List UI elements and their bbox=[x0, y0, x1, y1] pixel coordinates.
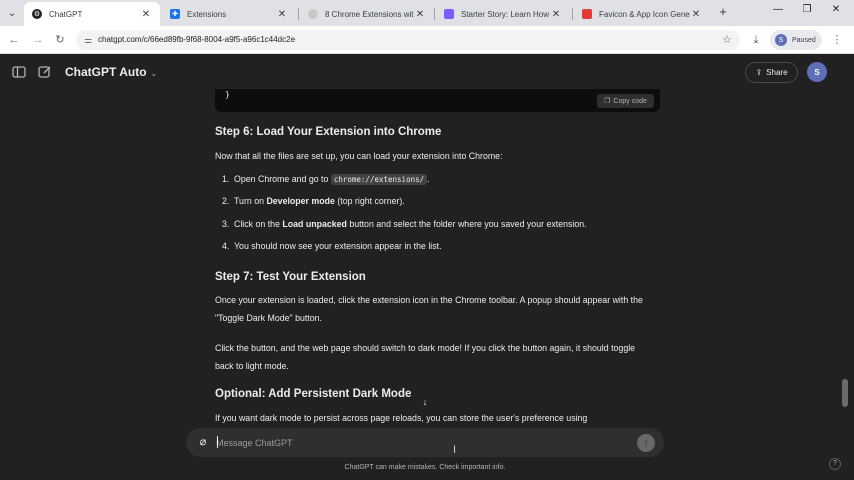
mouse-cursor-icon: I bbox=[453, 444, 457, 456]
tab-divider bbox=[572, 8, 573, 20]
tab-divider bbox=[434, 8, 435, 20]
close-tab-icon[interactable]: ✕ bbox=[276, 9, 288, 20]
browser-menu-icon[interactable]: ⋮ bbox=[829, 32, 845, 48]
text-caret bbox=[217, 436, 218, 448]
browser-tab-favicon-generator[interactable]: Favicon & App Icon Generat ✕ bbox=[574, 2, 710, 26]
message-input[interactable] bbox=[216, 435, 616, 450]
tab-search-icon[interactable]: ⌄ bbox=[4, 5, 20, 21]
favicon-icon bbox=[582, 9, 592, 19]
reload-icon[interactable]: ↻ bbox=[52, 32, 68, 48]
code-block: } ❐ Copy code bbox=[215, 89, 660, 112]
user-avatar[interactable]: S bbox=[807, 62, 827, 82]
chat-header: ChatGPT Auto ⌄ ⇪ Share S bbox=[0, 55, 854, 89]
list-item: 4. You should now see your extension appe… bbox=[222, 241, 442, 251]
profile-status: Paused bbox=[792, 36, 816, 44]
step7-paragraph-1: Once your extension is loaded, click the… bbox=[215, 295, 643, 323]
browser-tab-strip: ⌄ ⚙ ChatGPT ✕ ✚ Extensions ✕ 8 Chrome Ex… bbox=[0, 0, 854, 26]
profile-avatar: S bbox=[775, 34, 787, 46]
browser-toolbar: ← → ↻ ⚌ chatgpt.com/c/66ed89fb-9f68-8004… bbox=[0, 26, 854, 54]
restore-icon[interactable]: ❐ bbox=[798, 4, 816, 20]
close-tab-icon[interactable]: ✕ bbox=[140, 9, 152, 20]
share-icon: ⇪ bbox=[755, 68, 763, 77]
help-button[interactable]: ? bbox=[829, 458, 841, 470]
close-tab-icon[interactable]: ✕ bbox=[414, 9, 426, 20]
inline-code: chrome://extensions/ bbox=[330, 174, 428, 185]
step7-heading: Step 7: Test Your Extension bbox=[215, 271, 366, 283]
copy-icon: ❐ bbox=[604, 98, 611, 105]
site-info-icon[interactable]: ⚌ bbox=[82, 34, 94, 46]
tab-divider bbox=[298, 8, 299, 20]
scroll-down-arrow-icon[interactable]: ↓ bbox=[419, 396, 431, 408]
paperclip-icon[interactable]: ⌀ bbox=[197, 436, 209, 449]
site-icon bbox=[308, 9, 318, 19]
forward-arrow-icon[interactable]: → bbox=[30, 32, 46, 48]
chevron-down-icon: ⌄ bbox=[150, 69, 158, 78]
chatgpt-icon: ⚙ bbox=[32, 9, 42, 19]
page-scrollbar[interactable] bbox=[842, 379, 848, 407]
message-composer: ⌀ ↑ bbox=[186, 428, 664, 457]
disclaimer-text: ChatGPT can make mistakes. Check importa… bbox=[344, 464, 506, 471]
copy-code-button[interactable]: ❐ Copy code bbox=[597, 94, 654, 108]
url-text: chatgpt.com/c/66ed89fb-9f68-8004-a9f5-a9… bbox=[98, 35, 296, 44]
optional-paragraph: If you want dark mode to persist across … bbox=[215, 413, 588, 423]
close-tab-icon[interactable]: ✕ bbox=[550, 9, 562, 20]
conversation-scroll-area[interactable]: } ❐ Copy code Step 6: Load Your Extensio… bbox=[0, 89, 854, 431]
profile-paused-button[interactable]: S Paused bbox=[770, 30, 822, 50]
new-tab-button[interactable]: + bbox=[716, 5, 730, 19]
download-icon[interactable]: ⤓ bbox=[748, 32, 764, 48]
step7-paragraph-2: Click the button, and the web page shoul… bbox=[215, 343, 636, 371]
starter-story-icon bbox=[444, 9, 454, 19]
send-button[interactable]: ↑ bbox=[637, 434, 655, 452]
browser-tab-chrome-extensions-article[interactable]: 8 Chrome Extensions with In ✕ bbox=[300, 2, 434, 26]
sidebar-toggle-icon[interactable] bbox=[12, 65, 26, 79]
browser-tab-chatgpt[interactable]: ⚙ ChatGPT ✕ bbox=[24, 2, 160, 26]
model-selector[interactable]: ChatGPT Auto ⌄ bbox=[65, 65, 157, 79]
step6-intro: Now that all the files are set up, you c… bbox=[215, 151, 503, 161]
address-bar[interactable]: ⚌ chatgpt.com/c/66ed89fb-9f68-8004-a9f5-… bbox=[76, 30, 740, 50]
optional-heading: Optional: Add Persistent Dark Mode bbox=[215, 388, 412, 400]
back-arrow-icon[interactable]: ← bbox=[6, 32, 22, 48]
minimize-icon[interactable]: — bbox=[769, 4, 787, 20]
code-text: } bbox=[225, 90, 230, 99]
list-item: 3. Click on the Load unpacked button and … bbox=[222, 219, 587, 229]
browser-tab-extensions[interactable]: ✚ Extensions ✕ bbox=[162, 2, 296, 26]
list-item: 1. Open Chrome and go to chrome://extensi… bbox=[222, 174, 430, 185]
share-button[interactable]: ⇪ Share bbox=[745, 62, 798, 83]
close-window-icon[interactable]: ✕ bbox=[827, 4, 845, 20]
new-chat-icon[interactable] bbox=[38, 65, 52, 79]
close-tab-icon[interactable]: ✕ bbox=[690, 9, 702, 20]
step6-heading: Step 6: Load Your Extension into Chrome bbox=[215, 126, 442, 138]
browser-tab-starter-story[interactable]: Starter Story: Learn How Pe ✕ bbox=[436, 2, 570, 26]
bookmark-star-icon[interactable]: ☆ bbox=[722, 33, 732, 46]
puzzle-icon: ✚ bbox=[170, 9, 180, 19]
list-item: 2. Turn on Developer mode (top right corn… bbox=[222, 196, 405, 206]
